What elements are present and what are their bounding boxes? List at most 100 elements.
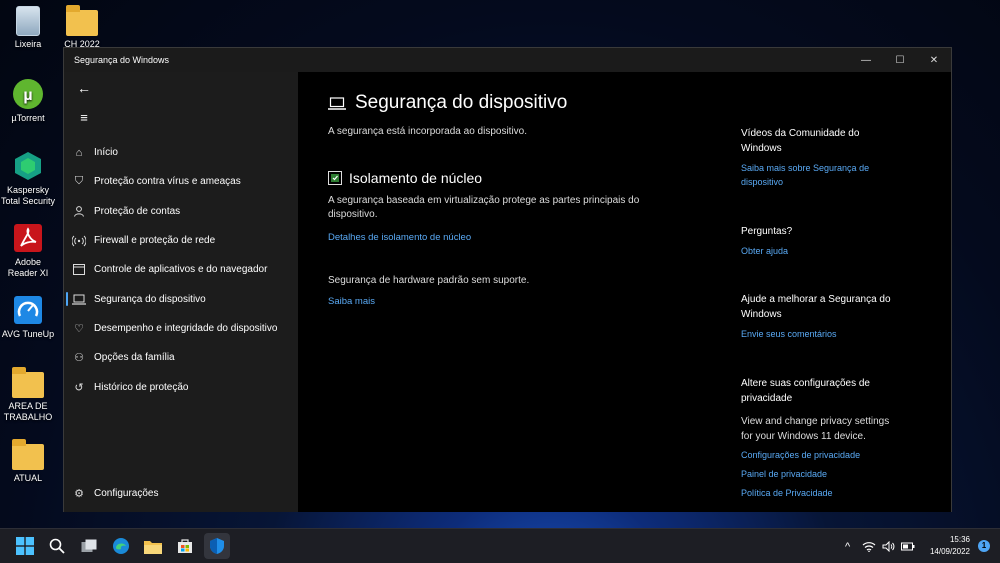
store-icon [178,539,192,553]
sidebar-item-label: Desempenho e integridade do dispositivo [94,322,278,334]
folder-icon [144,540,162,554]
sidebar-item-label: Configurações [94,487,159,499]
core-isolation-description: A segurança baseada em virtualização pro… [328,195,640,220]
heart-icon: ♡ [74,322,84,335]
privacy-dashboard-link[interactable]: Painel de privacidade [741,467,901,481]
core-isolation-title: Isolamento de núcleo [328,170,482,186]
core-isolation-title-text: Isolamento de núcleo [349,170,483,186]
edge-icon [113,538,129,554]
file-explorer-button[interactable] [140,533,166,559]
notification-badge[interactable]: 1 [978,540,990,552]
windows-security-taskbar-button[interactable] [204,533,230,559]
sidebar-item-label: Histórico de proteção [94,381,189,393]
questions-section: Perguntas? Obter ajuda [741,224,901,258]
sidebar-item-inicio[interactable]: ⌂ Início [64,138,298,167]
taskbar: ^ 15:36 14/09/2022 1 [0,528,1000,563]
desktop-icon-area-de-trabalho[interactable]: AREA DE TRABALHO [0,367,56,423]
adobe-reader-icon [12,222,44,254]
store-button[interactable] [172,533,198,559]
page-subtitle: A segurança está incorporada ao disposit… [328,126,528,137]
hardware-security-text: Segurança de hardware padrão sem suporte… [328,275,530,286]
clock[interactable]: 15:36 14/09/2022 [930,534,970,558]
task-view-icon [81,539,97,552]
clock-date: 14/09/2022 [929,547,970,556]
wifi-icon[interactable] [862,541,876,552]
sidebar-item-virus-protection[interactable]: ⛉ Proteção contra vírus e ameaças [64,167,298,196]
menu-button[interactable]: ≡ [72,107,96,127]
desktop-icon-adobe-reader[interactable]: Adobe Reader XI [0,222,56,279]
folder-icon [12,439,44,470]
chevron-up-icon[interactable]: ^ [845,541,850,553]
desktop-icon-avg-tuneup[interactable]: AVG TuneUp [0,294,56,340]
laptop-icon [328,96,346,110]
privacy-policy-link[interactable]: Política de Privacidade [741,486,901,500]
back-button[interactable]: ← [72,78,96,98]
desktop-icon-label: AVG TuneUp [1,329,55,339]
desktop-icon-atual[interactable]: ATUAL [0,439,56,484]
title-bar[interactable]: Segurança do Windows — ☐ ✕ [64,48,951,72]
desktop-icon-label: Lixeira [14,39,42,49]
kaspersky-icon [12,150,44,182]
community-videos-heading: Vídeos da Comunidade do Windows [741,128,860,154]
windows-logo-icon [16,537,34,555]
task-view-button[interactable] [76,533,102,559]
get-help-link[interactable]: Obter ajuda [741,244,901,258]
community-videos-link[interactable]: Saiba mais sobre Segurança de dispositiv… [741,161,901,189]
start-button[interactable] [12,533,38,559]
windows-security-window: Segurança do Windows — ☐ ✕ ← ≡ ⌂ Início … [63,47,952,512]
gear-icon: ⚙ [74,487,84,500]
clock-time: 15:36 [949,535,970,544]
sidebar-item-label: Opções da família [94,352,175,364]
shield-icon: ⛉ [74,175,84,188]
core-isolation-details-link[interactable]: Detalhes de isolamento de núcleo [328,231,471,245]
improve-heading: Ajude a melhorar a Segurança do Windows [741,294,891,320]
desktop-icon-recycle-bin[interactable]: Lixeira [0,6,56,50]
core-isolation-icon [328,171,342,185]
sidebar-item-app-browser-control[interactable]: Controle de aplicativos e do navegador [64,255,298,284]
desktop-icon-label: ATUAL [13,473,43,483]
close-button[interactable]: ✕ [917,48,951,72]
minimize-button[interactable]: — [849,48,883,72]
battery-icon[interactable] [901,542,915,551]
sidebar-settings: ⚙ Configurações [64,479,298,508]
sidebar-item-protection-history[interactable]: ↺ Histórico de proteção [64,372,298,401]
sidebar-item-label: Proteção de contas [94,205,181,217]
send-feedback-link[interactable]: Envie seus comentários [741,327,901,341]
main-content: Segurança do dispositivo A segurança est… [298,72,951,512]
family-icon: ⚇ [74,352,84,365]
sidebar-item-label: Proteção contra vírus e ameaças [94,176,241,188]
edge-button[interactable] [108,533,134,559]
page-title: Segurança do dispositivo [328,92,567,114]
maximize-button[interactable]: ☐ [883,48,917,72]
desktop-icon-kaspersky[interactable]: Kaspersky Total Security [0,150,56,207]
improve-section: Ajude a melhorar a Segurança do Windows … [741,292,901,341]
page-title-text: Segurança do dispositivo [355,92,568,113]
search-button[interactable] [44,533,70,559]
volume-icon[interactable] [882,541,895,552]
privacy-heading: Altere suas configurações de privacidade [741,378,870,404]
sidebar-item-family-options[interactable]: ⚇ Opções da família [64,343,298,372]
sidebar-item-label: Início [94,147,118,159]
sidebar-item-settings[interactable]: ⚙ Configurações [64,479,298,508]
shield-icon [210,538,224,554]
desktop-icon-label: Kaspersky Total Security [0,185,56,206]
privacy-settings-link[interactable]: Configurações de privacidade [741,448,901,462]
folder-icon [66,5,98,36]
sidebar: ← ≡ ⌂ Início ⛉ Proteção contra vírus e a… [64,72,298,512]
desktop-icon-ch-2022[interactable]: CH 2022 [54,5,110,50]
privacy-text: View and change privacy settings for you… [741,416,890,442]
sidebar-item-device-performance[interactable]: ♡ Desempenho e integridade do dispositiv… [64,314,298,343]
sidebar-item-device-security[interactable]: Segurança do dispositivo [64,284,298,313]
person-icon [72,204,86,218]
sidebar-item-account-protection[interactable]: Proteção de contas [64,197,298,226]
home-icon: ⌂ [75,146,83,159]
learn-more-link[interactable]: Saiba mais [328,295,375,309]
back-arrow-icon: ← [77,80,91,96]
utorrent-icon: µ [12,78,44,110]
community-videos-section: Vídeos da Comunidade do Windows Saiba ma… [741,126,901,189]
desktop-icon-utorrent[interactable]: µ µTorrent [0,78,56,124]
laptop-icon [72,292,86,306]
sidebar-item-label: Segurança do dispositivo [94,293,206,305]
desktop-icon-label: µTorrent [11,113,45,123]
sidebar-item-firewall[interactable]: Firewall e proteção de rede [64,226,298,255]
